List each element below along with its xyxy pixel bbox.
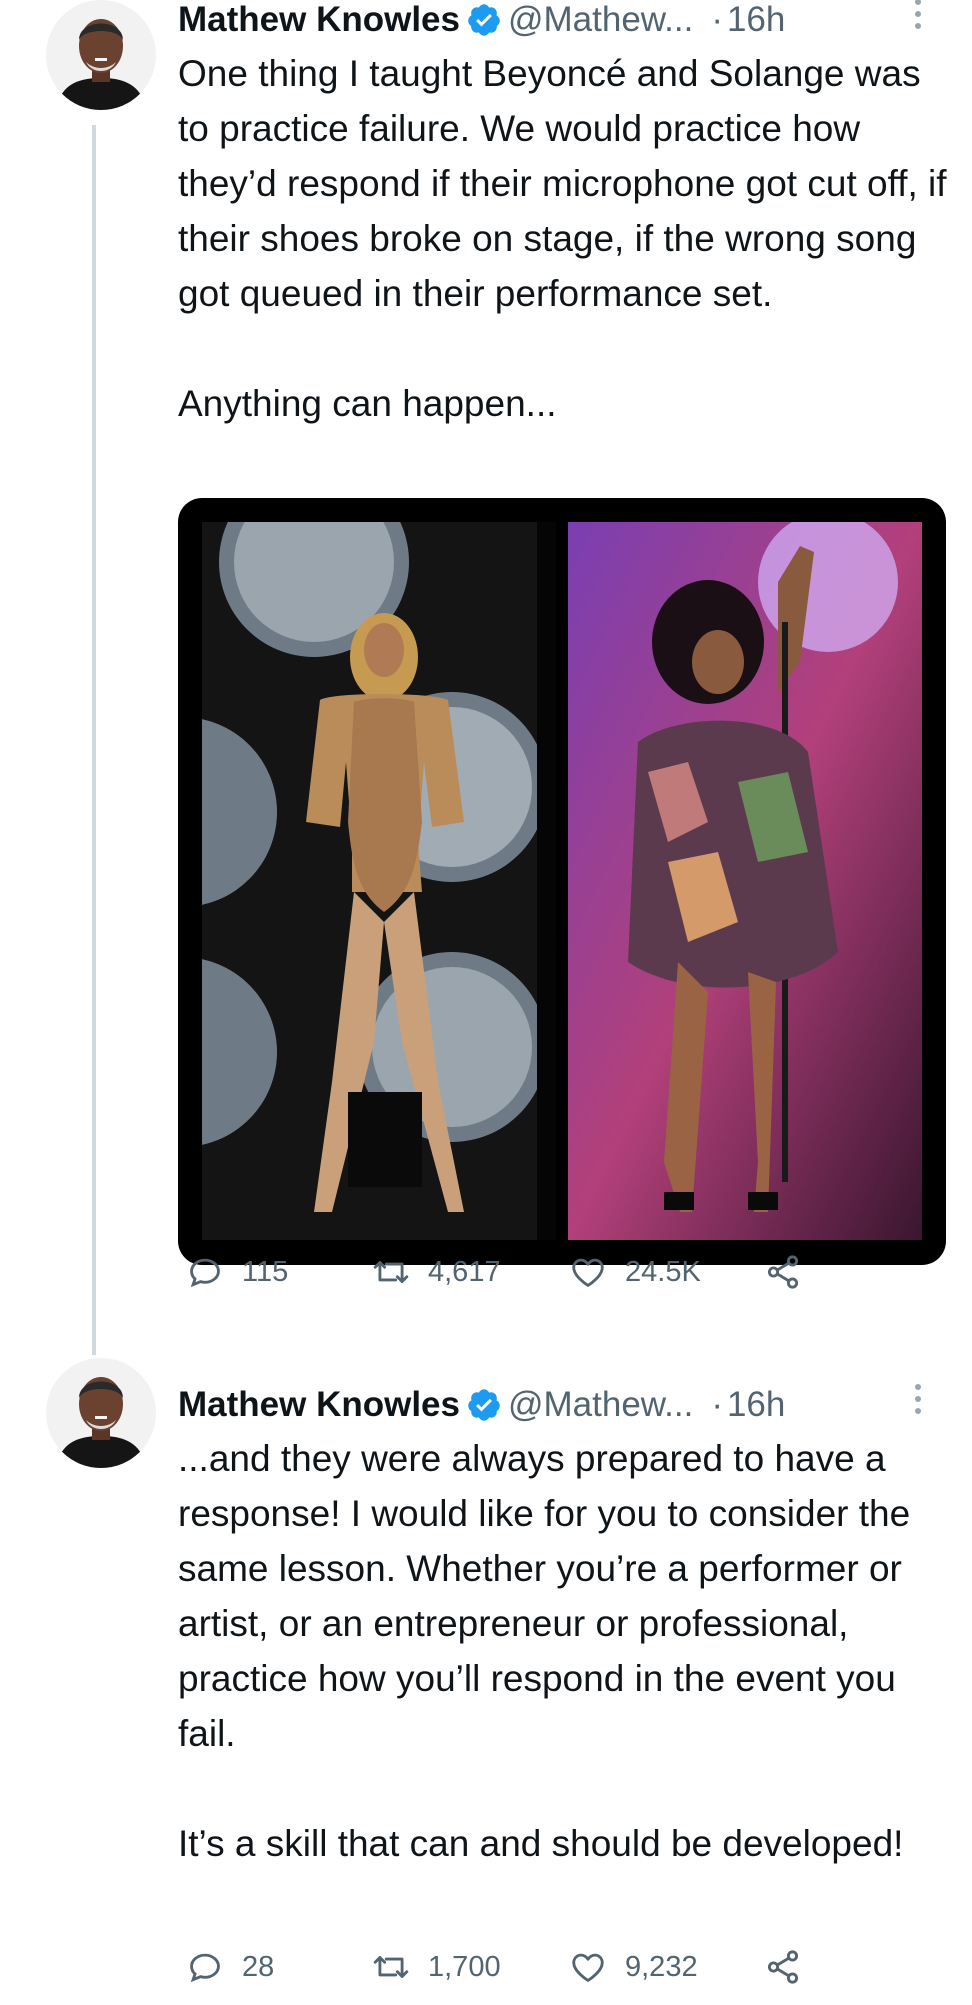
like-count: 9,232	[625, 1950, 698, 1983]
avatar-image	[46, 1358, 156, 1468]
tweet-time[interactable]: 16h	[727, 0, 785, 40]
retweet-button[interactable]: 4,617	[372, 1253, 501, 1291]
performer-photo-gold	[202, 522, 556, 1240]
more-options-icon[interactable]	[908, 0, 928, 34]
like-button[interactable]: 9,232	[569, 1948, 698, 1986]
author-avatar[interactable]	[46, 1358, 156, 1468]
tweet-media[interactable]	[178, 498, 946, 1265]
retweet-count: 1,700	[428, 1950, 501, 1983]
like-button[interactable]: 24.5K	[569, 1253, 701, 1291]
retweet-count: 4,617	[428, 1255, 501, 1288]
thread-connector-line	[92, 125, 96, 1355]
author-avatar[interactable]	[46, 0, 156, 110]
share-icon	[767, 1950, 799, 1984]
tweet-text: ...and they were always prepared to have…	[178, 1438, 911, 1864]
more-options-icon[interactable]	[908, 1379, 928, 1419]
reply-button[interactable]: 115	[186, 1253, 288, 1291]
tweet-header: Mathew Knowles @Mathew... · 16h	[178, 0, 938, 40]
author-handle[interactable]: @Mathew...	[508, 1385, 693, 1425]
reply-icon	[190, 1258, 220, 1288]
verified-badge-icon	[466, 2, 502, 38]
reply-count: 28	[242, 1950, 275, 1983]
tweet-actions: 28 1,700 9,232	[186, 1948, 826, 1992]
tweet-time[interactable]: 16h	[727, 1385, 785, 1425]
meta-separator: ·	[711, 0, 723, 39]
reply-button[interactable]: 28	[186, 1948, 274, 1986]
like-count: 24.5K	[625, 1255, 701, 1288]
share-button[interactable]	[764, 1253, 820, 1291]
avatar-image	[46, 0, 156, 110]
meta-separator: ·	[711, 1385, 723, 1424]
retweet-icon	[373, 1261, 409, 1283]
reply-count: 115	[242, 1255, 289, 1288]
media-photo-right[interactable]	[568, 522, 922, 1240]
share-icon	[767, 1255, 799, 1289]
tweet-header: Mathew Knowles @Mathew... · 16h	[178, 1384, 938, 1425]
author-name[interactable]: Mathew Knowles	[178, 0, 460, 40]
author-handle[interactable]: @Mathew...	[508, 0, 693, 40]
verified-badge-icon	[466, 1387, 502, 1423]
share-button[interactable]	[764, 1948, 820, 1986]
retweet-icon	[373, 1956, 409, 1978]
reply-icon	[190, 1953, 220, 1983]
tweet-actions: 115 4,617 24.5K	[186, 1253, 826, 1297]
like-icon	[572, 1258, 604, 1287]
tweet-text: One thing I taught Beyoncé and Solange w…	[178, 53, 947, 424]
author-name[interactable]: Mathew Knowles	[178, 1385, 460, 1425]
performer-photo-purple	[568, 522, 922, 1240]
media-photo-left[interactable]	[202, 522, 556, 1240]
retweet-button[interactable]: 1,700	[372, 1948, 501, 1986]
like-icon	[572, 1953, 604, 1982]
